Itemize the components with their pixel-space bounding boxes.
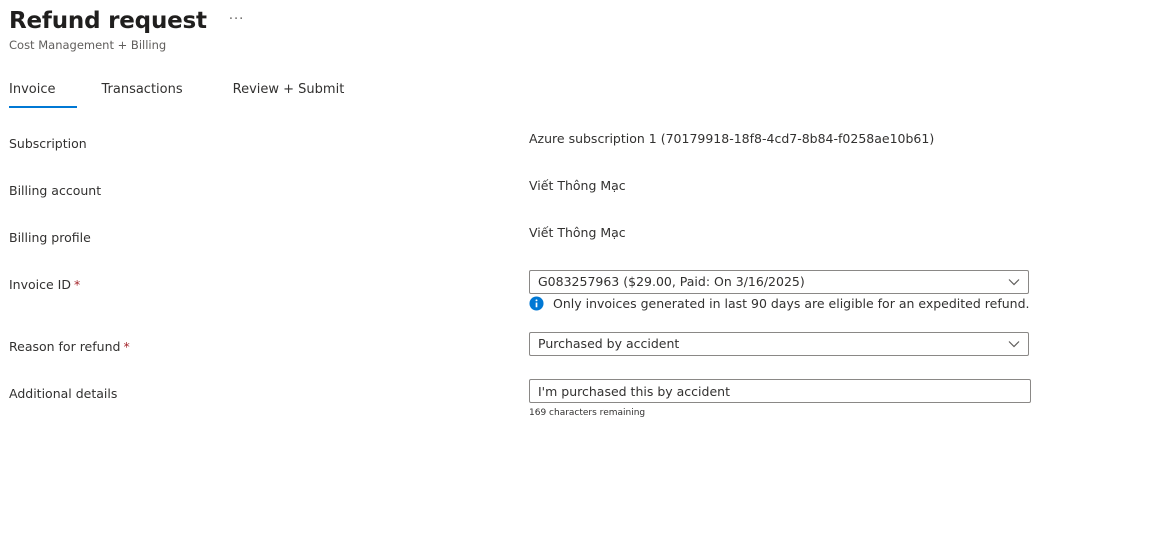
subscription-value: Azure subscription 1 (70179918-18f8-4cd7… [529,131,935,146]
billing-account-value: Viết Thông Mạc [529,178,626,193]
additional-details-label: Additional details [9,386,118,401]
chevron-down-icon [1008,341,1020,348]
billing-account-label: Billing account [9,183,102,198]
page-title: Refund request [9,8,207,34]
reason-selected: Purchased by accident [538,336,680,351]
info-icon [529,296,544,311]
reason-label: Reason for refund * [9,339,130,354]
invoice-id-selected: G083257963 ($29.00, Paid: On 3/16/2025) [538,274,805,289]
invoice-info-message: Only invoices generated in last 90 days … [529,296,1029,311]
page-header: Refund request ··· Cost Management + Bil… [9,6,244,52]
chevron-down-icon [1008,279,1020,286]
billing-profile-label: Billing profile [9,230,91,245]
refund-request-page: Refund request ··· Cost Management + Bil… [0,0,1155,534]
reason-label-text: Reason for refund [9,339,121,354]
characters-remaining: 169 characters remaining [529,408,646,418]
reason-dropdown[interactable]: Purchased by accident [529,332,1029,356]
required-indicator: * [123,339,130,354]
invoice-info-text: Only invoices generated in last 90 days … [553,296,1030,311]
invoice-id-label: Invoice ID * [9,277,80,292]
required-indicator: * [73,277,81,292]
more-options-button[interactable]: ··· [229,12,244,27]
page-subtitle: Cost Management + Billing [9,38,167,52]
invoice-id-dropdown[interactable]: G083257963 ($29.00, Paid: On 3/16/2025) [529,270,1029,294]
billing-profile-value: Viết Thông Mạc [529,225,626,240]
title-row: Refund request ··· [9,6,244,36]
additional-details-input[interactable] [529,379,1031,403]
tab-bar: Invoice Transactions Review + Submit [9,80,344,108]
invoice-id-label-text: Invoice ID [9,277,71,292]
subscription-label: Subscription [9,136,87,151]
tab-review-submit[interactable]: Review + Submit [233,80,345,108]
tab-invoice[interactable]: Invoice [9,80,79,108]
tab-transactions[interactable]: Transactions [101,80,182,108]
